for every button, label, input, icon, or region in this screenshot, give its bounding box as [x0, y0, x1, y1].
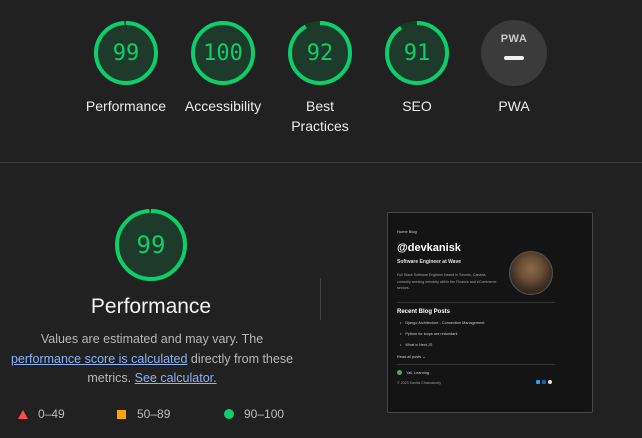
- legend-fail: 0–49: [18, 407, 65, 421]
- orange-square-icon: [117, 409, 126, 419]
- score-value: 100: [203, 40, 243, 66]
- posts-heading: Recent Blog Posts: [397, 309, 451, 315]
- github-icon: [548, 380, 552, 384]
- read-all-link: Read all posts →: [397, 355, 426, 359]
- social-icons: [536, 380, 552, 384]
- note-text: Values are estimated and may vary. The: [40, 332, 264, 346]
- legend-average: 50–89: [117, 407, 170, 421]
- red-triangle-icon: [18, 409, 28, 419]
- pwa-badge: PWA: [481, 20, 547, 86]
- vertical-divider: [320, 278, 321, 320]
- gauge-seo[interactable]: 91 SEO: [362, 20, 472, 116]
- thumb-divider: [397, 364, 555, 365]
- score-ring: 99: [93, 20, 159, 86]
- legend-range: 90–100: [244, 407, 285, 421]
- site-nav: Home Blog: [397, 229, 417, 234]
- final-screenshot-thumbnail[interactable]: Home Blog @devkanisk Software Engineer a…: [387, 212, 593, 413]
- category-label: Performance: [85, 98, 167, 114]
- performance-title: Performance: [90, 295, 212, 318]
- legend-range: 50–89: [137, 407, 171, 421]
- twitter-icon: [536, 380, 540, 384]
- score-ring: 91: [384, 20, 450, 86]
- score-value: 99: [112, 40, 140, 66]
- score-ring: 92: [287, 20, 353, 86]
- category-label: SEO: [402, 98, 432, 114]
- performance-score-gauge: 99: [114, 208, 188, 282]
- avatar: [509, 251, 553, 295]
- score-value: 92: [306, 40, 334, 66]
- pwa-badge-text: PWA: [500, 33, 528, 45]
- post-item: What is Next.JS: [400, 343, 432, 347]
- status-dot-icon: [397, 370, 402, 375]
- learning-text: Yall, Learning: [406, 370, 429, 375]
- gauge-accessibility[interactable]: 100 Accessibility: [168, 20, 278, 116]
- green-circle-icon: [224, 409, 234, 419]
- performance-score-link[interactable]: performance score is calculated: [11, 352, 187, 366]
- copyright-text: © 2023 Kanisk Chakraborty: [397, 381, 441, 385]
- linkedin-icon: [542, 380, 546, 384]
- see-calculator-link[interactable]: See calculator.: [135, 371, 217, 385]
- pwa-dash-icon: [504, 56, 524, 60]
- score-note: Values are estimated and may vary. The p…: [6, 330, 298, 389]
- learning-badge: Yall, Learning: [397, 370, 429, 375]
- category-label: Best Practices: [291, 98, 349, 134]
- gauge-best-practices[interactable]: 92 Best Practices: [265, 20, 375, 136]
- post-item: Python for loops are redundant: [400, 332, 457, 336]
- category-label: Accessibility: [184, 98, 262, 114]
- site-handle: @devkanisk: [397, 242, 461, 254]
- site-role: Software Engineer at Wave: [397, 259, 461, 265]
- thumb-divider: [397, 302, 555, 303]
- score-value: 91: [403, 40, 431, 66]
- gauge-pwa[interactable]: PWA PWA: [459, 20, 569, 116]
- site-bio: Full Stack Software Engineer based in To…: [397, 273, 497, 290]
- category-label: PWA: [498, 98, 530, 114]
- category-summary-bar: 99 Performance 100 Accessibility 92 Best…: [0, 0, 642, 162]
- legend-range: 0–49: [38, 407, 65, 421]
- section-divider: [0, 162, 642, 163]
- performance-score-value: 99: [136, 231, 166, 259]
- legend-pass: 90–100: [224, 407, 284, 421]
- post-item: Django Architecture - Connection Managem…: [400, 321, 484, 325]
- score-ring: 100: [190, 20, 256, 86]
- gauge-performance[interactable]: 99 Performance: [71, 20, 181, 116]
